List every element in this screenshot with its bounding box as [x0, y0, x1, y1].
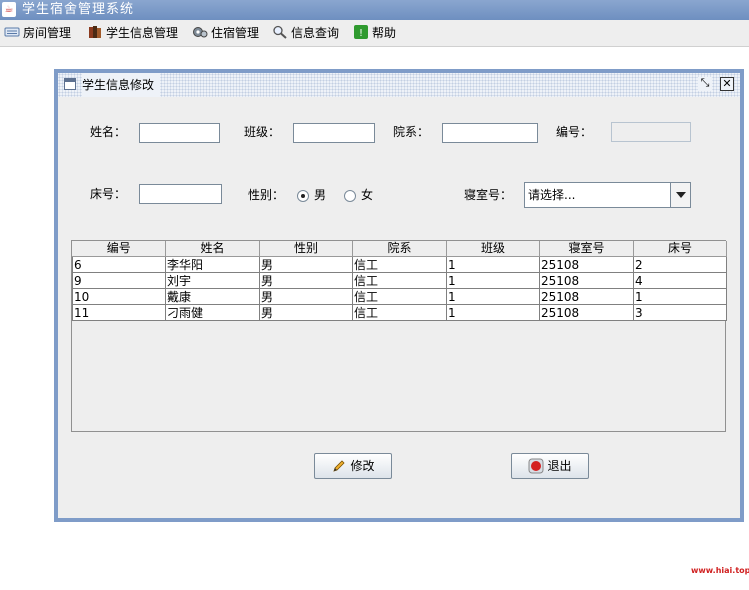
cell-dept[interactable]: 信工	[352, 272, 447, 289]
svg-text:!: !	[359, 28, 363, 39]
gear-icon	[193, 27, 208, 38]
cell-gender[interactable]: 男	[259, 288, 353, 305]
id-label: 编号：	[556, 125, 593, 139]
name-field[interactable]	[139, 123, 220, 143]
cell-class[interactable]: 1	[446, 288, 540, 305]
table-row[interactable]: 6 李华阳 男 信工 1 25108 2	[72, 256, 727, 273]
menu-rooms[interactable]: 房间管理	[4, 24, 71, 42]
cell-room[interactable]: 25108	[539, 304, 634, 321]
menu-help-label: 帮助	[372, 26, 397, 40]
col-header-room[interactable]: 寝室号	[539, 241, 634, 257]
table-row[interactable]: 9 刘宇 男 信工 1 25108 4	[72, 272, 727, 289]
room-label: 寝室号：	[464, 188, 513, 202]
bed-field[interactable]	[139, 184, 222, 204]
cell-dept[interactable]: 信工	[352, 304, 447, 321]
id-field	[611, 122, 691, 142]
cell-id[interactable]: 9	[72, 272, 166, 289]
cell-room[interactable]: 25108	[539, 288, 634, 305]
name-label: 姓名：	[90, 125, 127, 139]
student-edit-window: 学生信息修改 ⤡ ✕ 姓名： 班级： 院系： 编号： 床号： 性别： 男 女 寝…	[54, 69, 744, 522]
gender-label: 性别：	[248, 188, 285, 202]
cell-gender[interactable]: 男	[259, 272, 353, 289]
cell-name[interactable]: 刁雨健	[165, 304, 260, 321]
menu-bar: 房间管理 学生信息管理 住宿管理 信息查询 ! 帮助	[0, 20, 749, 47]
exit-button-label: 退出	[547, 459, 572, 473]
window-icon	[64, 78, 76, 90]
watermark: www.hiai.top	[691, 566, 749, 575]
menu-stay[interactable]: 住宿管理	[192, 24, 259, 42]
window-title-bar[interactable]: 学生信息修改 ⤡ ✕	[58, 73, 740, 97]
cell-id[interactable]: 6	[72, 256, 166, 273]
pencil-icon	[333, 460, 346, 472]
cell-name[interactable]: 刘宇	[165, 272, 260, 289]
col-header-class[interactable]: 班级	[446, 241, 540, 257]
chevron-down-icon[interactable]	[670, 183, 690, 207]
cell-bed[interactable]: 2	[633, 256, 727, 273]
cell-dept[interactable]: 信工	[352, 256, 447, 273]
cell-dept[interactable]: 信工	[352, 288, 447, 305]
help-icon: !	[354, 25, 368, 39]
window-title: 学生信息修改	[82, 73, 161, 97]
books-icon	[89, 26, 101, 38]
gender-female-radio[interactable]	[344, 190, 356, 202]
search-icon	[273, 25, 287, 39]
gender-female-label: 女	[361, 188, 374, 202]
cell-name[interactable]: 戴康	[165, 288, 260, 305]
class-label: 班级：	[244, 125, 281, 139]
exit-button[interactable]: 退出	[511, 453, 589, 479]
menu-student[interactable]: 学生信息管理	[87, 24, 178, 42]
cell-gender[interactable]: 男	[259, 304, 353, 321]
menu-query-label: 信息查询	[291, 26, 340, 40]
table-header-row: 编号 姓名 性别 院系 班级 寝室号 床号	[72, 241, 727, 257]
cell-class[interactable]: 1	[446, 304, 540, 321]
cell-class[interactable]: 1	[446, 272, 540, 289]
col-header-id[interactable]: 编号	[72, 241, 166, 257]
menu-query[interactable]: 信息查询	[272, 24, 339, 42]
cell-bed[interactable]: 1	[633, 288, 727, 305]
col-header-name[interactable]: 姓名	[165, 241, 260, 257]
table-row[interactable]: 10 戴康 男 信工 1 25108 1	[72, 288, 727, 305]
cell-name[interactable]: 李华阳	[165, 256, 260, 273]
gender-male-radio[interactable]	[297, 190, 309, 202]
window-content: 姓名： 班级： 院系： 编号： 床号： 性别： 男 女 寝室号： 请选择...	[58, 97, 740, 518]
menu-help[interactable]: ! 帮助	[353, 24, 396, 42]
cell-id[interactable]: 11	[72, 304, 166, 321]
cell-room[interactable]: 25108	[539, 272, 634, 289]
app-title-bar: ☕ 学生宿舍管理系统	[0, 0, 749, 20]
menu-student-label: 学生信息管理	[106, 26, 179, 40]
class-field[interactable]	[293, 123, 375, 143]
close-button[interactable]: ✕	[720, 77, 734, 91]
room-select-value: 请选择...	[528, 188, 576, 202]
cell-id[interactable]: 10	[72, 288, 166, 305]
student-table: 编号 姓名 性别 院系 班级 寝室号 床号 6 李华阳 男 信工 1 25108…	[71, 240, 727, 432]
modify-button[interactable]: 修改	[314, 453, 392, 479]
dept-label: 院系：	[393, 125, 430, 139]
app-title: 学生宿舍管理系统	[22, 2, 135, 17]
col-header-bed[interactable]: 床号	[633, 241, 727, 257]
col-header-dept[interactable]: 院系	[352, 241, 447, 257]
room-select[interactable]: 请选择...	[524, 182, 691, 208]
cell-bed[interactable]: 3	[633, 304, 727, 321]
keyboard-icon	[4, 27, 20, 37]
cell-gender[interactable]: 男	[259, 256, 353, 273]
gender-male-label: 男	[314, 188, 327, 202]
modify-button-label: 修改	[350, 459, 375, 473]
cell-class[interactable]: 1	[446, 256, 540, 273]
dept-field[interactable]	[442, 123, 538, 143]
menu-stay-label: 住宿管理	[211, 26, 260, 40]
bed-label: 床号：	[90, 187, 127, 201]
java-icon: ☕	[2, 2, 16, 17]
menu-rooms-label: 房间管理	[23, 26, 72, 40]
stop-icon	[528, 458, 544, 474]
restore-button[interactable]: ⤡	[698, 77, 712, 91]
cell-bed[interactable]: 4	[633, 272, 727, 289]
cell-room[interactable]: 25108	[539, 256, 634, 273]
col-header-gender[interactable]: 性别	[259, 241, 353, 257]
table-row[interactable]: 11 刁雨健 男 信工 1 25108 3	[72, 304, 727, 321]
